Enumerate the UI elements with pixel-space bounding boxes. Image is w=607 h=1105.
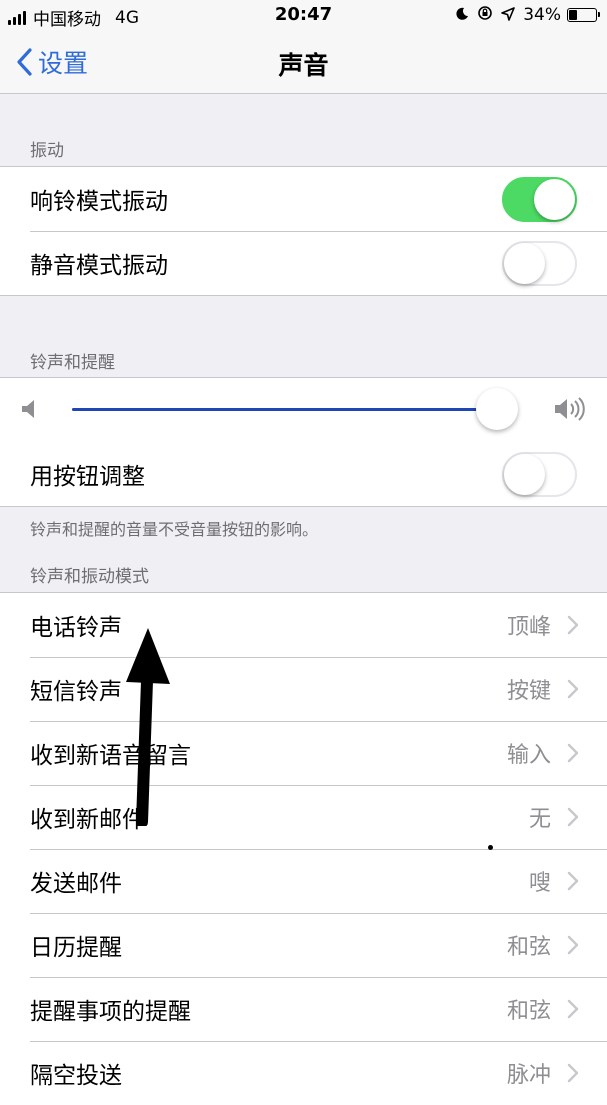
row-label: 提醒事项的提醒	[30, 999, 191, 1025]
status-bar: 中国移动 4G 20:47 34%	[0, 0, 607, 32]
chevron-right-icon	[567, 743, 579, 763]
speaker-low-icon	[20, 398, 38, 424]
section-header-sounds: 铃声和振动模式	[30, 567, 149, 587]
chevron-right-icon	[567, 615, 579, 635]
row-airdrop[interactable]: 隔空投送 脉冲	[0, 1041, 607, 1105]
row-sent-mail[interactable]: 发送邮件 嗖	[0, 849, 607, 913]
toggle-knob	[504, 243, 545, 284]
row-ring-vibrate: 响铃模式振动	[0, 167, 607, 231]
row-ringtone[interactable]: 电话铃声 顶峰	[0, 593, 607, 657]
chevron-right-icon	[567, 871, 579, 891]
location-icon	[501, 6, 516, 25]
silent-vibrate-toggle[interactable]	[502, 241, 577, 286]
row-new-voicemail[interactable]: 收到新语音留言 输入	[0, 721, 607, 785]
ringer-group: 用按钮调整	[0, 377, 607, 507]
row-label: 用按钮调整	[30, 464, 145, 490]
row-label: 日历提醒	[30, 935, 122, 961]
nav-bar: 设置 声音	[0, 32, 607, 94]
volume-slider-fill	[72, 408, 498, 411]
chevron-right-icon	[567, 999, 579, 1019]
ring-vibrate-toggle[interactable]	[502, 177, 577, 222]
moon-icon	[455, 6, 469, 25]
battery-percent: 34%	[523, 5, 561, 25]
row-label: 隔空投送	[30, 1063, 122, 1089]
adjust-with-buttons-toggle[interactable]	[502, 452, 577, 497]
row-reminder-alerts[interactable]: 提醒事项的提醒 和弦	[0, 977, 607, 1041]
row-value: 输入	[506, 743, 551, 768]
row-label: 响铃模式振动	[30, 189, 168, 215]
row-value: 按键	[506, 679, 551, 704]
volume-slider-row	[0, 378, 607, 442]
toggle-knob	[504, 454, 545, 495]
row-label: 短信铃声	[30, 679, 122, 705]
chevron-right-icon	[567, 935, 579, 955]
annotation-arrow-icon	[126, 628, 170, 826]
chevron-right-icon	[567, 1063, 579, 1083]
row-value: 无	[528, 807, 551, 832]
chevron-right-icon	[567, 807, 579, 827]
row-silent-vibrate: 静音模式振动	[0, 231, 607, 295]
row-value: 和弦	[506, 999, 551, 1024]
row-value: 顶峰	[506, 615, 551, 640]
row-text-tone[interactable]: 短信铃声 按键	[0, 657, 607, 721]
row-value: 和弦	[506, 935, 551, 960]
row-value: 脉冲	[506, 1063, 551, 1088]
row-calendar-alerts[interactable]: 日历提醒 和弦	[0, 913, 607, 977]
battery-fill	[569, 10, 577, 20]
row-value: 嗖	[528, 871, 551, 896]
sounds-group: 电话铃声 顶峰 短信铃声 按键 收到新语音留言 输入 收到新邮件 无 发送邮件 …	[0, 592, 607, 1105]
vibration-group: 响铃模式振动 静音模式振动	[0, 166, 607, 296]
volume-slider[interactable]	[72, 388, 519, 430]
orientation-lock-icon	[477, 5, 493, 25]
volume-slider-thumb[interactable]	[476, 388, 519, 430]
section-header-vibration: 振动	[30, 141, 64, 161]
row-label: 发送邮件	[30, 871, 122, 897]
ringer-footer-note: 铃声和提醒的音量不受音量按钮的影响。	[30, 520, 319, 539]
page-title: 声音	[278, 51, 329, 80]
row-label: 电话铃声	[30, 615, 122, 641]
status-right: 34%	[455, 5, 600, 25]
row-label: 静音模式振动	[30, 253, 168, 279]
speaker-high-icon	[553, 396, 587, 426]
row-adjust-with-buttons: 用按钮调整	[0, 442, 607, 506]
toggle-knob	[534, 179, 575, 220]
row-new-mail[interactable]: 收到新邮件 无	[0, 785, 607, 849]
battery-icon	[567, 8, 600, 22]
stray-dot	[488, 845, 493, 850]
chevron-right-icon	[567, 679, 579, 699]
section-header-ringer: 铃声和提醒	[30, 353, 115, 373]
